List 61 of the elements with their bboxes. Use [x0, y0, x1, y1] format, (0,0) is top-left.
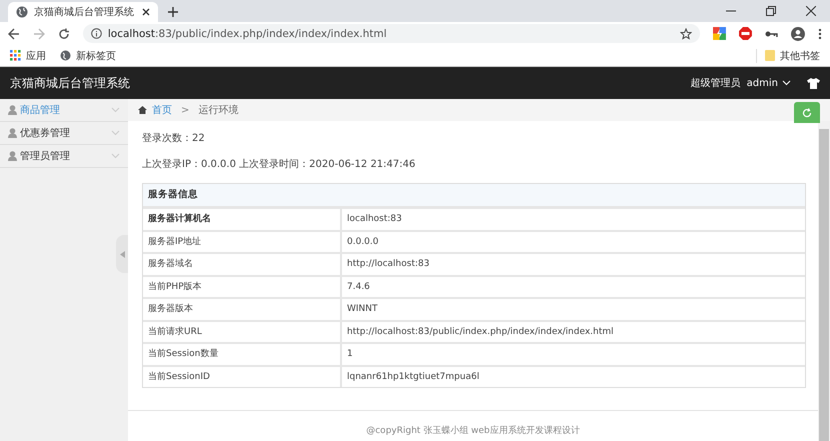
- tab-title: 京猫商城后台管理系统: [34, 6, 135, 19]
- caret-icon: [782, 80, 791, 86]
- table-cell: 当前PHP版本: [143, 276, 342, 297]
- table-cell-text: 0.0.0.0: [346, 236, 380, 248]
- table-cell-text: 1: [346, 348, 354, 361]
- user-icon: [8, 128, 17, 138]
- table-header: 服务器信息: [143, 184, 805, 209]
- close-icon[interactable]: [142, 8, 150, 16]
- table-cell-text: WINNT: [346, 303, 379, 316]
- bookmark[interactable]: 应用: [10, 48, 46, 62]
- table-cell-text: localhost:83: [346, 213, 403, 226]
- table-cell: 当前Session数量: [143, 344, 342, 364]
- table-cell: 服务器计算机名: [143, 209, 342, 230]
- triangle-icon: [120, 250, 124, 258]
- table-cell: 服务器版本: [143, 299, 342, 320]
- table-cell-text: http://localhost:83/public/index.php/index/index/index.html: [346, 326, 615, 338]
- footer-text: @copyRight 张玉蝶小组 web应用系统开发课程设计: [366, 424, 580, 436]
- home-icon: [138, 106, 147, 114]
- new-tab-icon[interactable]: [168, 7, 178, 17]
- browser-tab[interactable]: 京猫商城后台管理系统: [8, 2, 158, 22]
- folder-icon: [765, 50, 775, 61]
- chevron-icon: [111, 130, 120, 136]
- chevron-icon: [111, 107, 120, 113]
- info-text: 上次登录IP：0.0.0.0 上次登录时间：2020-06-12 21:47:46: [142, 158, 416, 171]
- account-icon[interactable]: [791, 26, 806, 40]
- table-cell: 当前SessionID: [143, 366, 342, 387]
- app-title: 京猫商城后台管理系统: [10, 74, 130, 92]
- user-menu[interactable]: admin: [746, 78, 791, 88]
- reload-icon[interactable]: [58, 28, 70, 40]
- chevron-icon: [111, 153, 120, 159]
- key-icon[interactable]: [765, 30, 778, 38]
- bookmark-folder[interactable]: 其他书签: [756, 48, 820, 62]
- close-icon[interactable]: [806, 6, 816, 16]
- shirt-icon[interactable]: [807, 78, 820, 88]
- star-icon[interactable]: [680, 28, 692, 40]
- info-text: 登录次数：22: [142, 132, 206, 145]
- apps-grid-icon: [10, 50, 21, 61]
- breadcrumb-current: 运行环境: [198, 104, 238, 117]
- back-icon[interactable]: [8, 28, 20, 40]
- extension-icon[interactable]: [713, 27, 726, 40]
- table-cell-text: lqnanr61hp1ktgtiuet7mpua6l: [346, 370, 480, 384]
- info-icon: [90, 28, 102, 39]
- address-field[interactable]: localhost:83/public/index.php/index/index/index.html: [82, 24, 700, 43]
- table-cell: 服务器IP地址: [143, 232, 342, 252]
- globe-icon: [16, 6, 28, 18]
- collapse-handle[interactable]: [116, 235, 128, 273]
- restore-icon[interactable]: [766, 6, 776, 16]
- table-cell: 服务器域名: [143, 254, 342, 274]
- refresh-icon: [802, 108, 812, 118]
- breadcrumb-separator: >: [181, 104, 190, 116]
- table-cell-text: 7.4.6: [346, 280, 371, 294]
- scrollbar[interactable]: [818, 121, 830, 441]
- bookmark[interactable]: 新标签页: [60, 48, 116, 62]
- user-role: 超级管理员: [690, 76, 741, 90]
- table-cell-text: http://localhost:83: [346, 258, 430, 271]
- menu-icon[interactable]: [818, 28, 822, 40]
- table-cell: 当前请求URL: [143, 322, 342, 342]
- user-icon: [8, 105, 17, 115]
- adblock-icon[interactable]: [739, 27, 752, 40]
- user-icon: [8, 151, 17, 161]
- globe-icon: [60, 50, 71, 61]
